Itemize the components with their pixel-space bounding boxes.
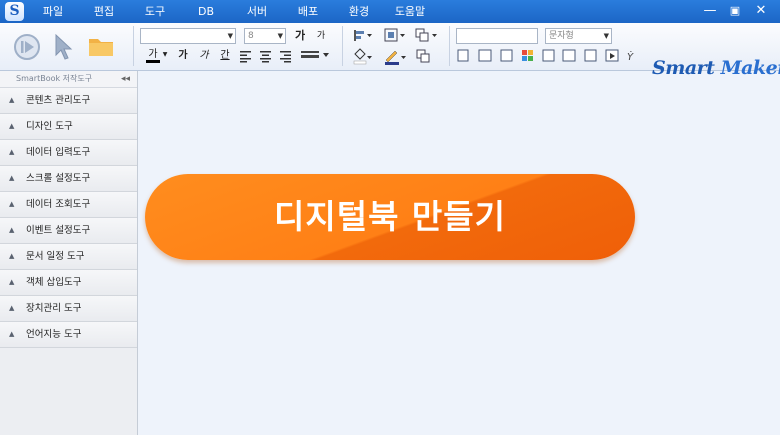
expand-arrow-icon: ▲ [9,148,15,156]
order-objects-icon [416,49,430,63]
expand-arrow-icon: ▲ [9,330,15,338]
sidebar-item-label: 디자인 도구 [26,121,73,132]
align-center-icon [260,51,271,63]
chevron-down-icon[interactable]: ▼ [161,48,169,62]
menu-server[interactable]: 서버 [247,0,267,23]
logo-text-maker: Maker [720,57,780,79]
make-digital-book-banner[interactable]: 디지털북 만들기 [145,174,635,260]
menu-help[interactable]: 도움말 [395,0,425,23]
text-type-value: 문자형 [549,31,574,41]
align-left-icon [240,51,251,63]
toolbar-separator [449,26,450,66]
expand-arrow-icon: ▲ [9,122,15,130]
toolbar: ▼ 8 ▼ 가 가 가 ▼ 가 가 간 문자형 ▼ Ẏ Smart Make [0,23,780,79]
widget-insert-icons[interactable]: Ẏ [457,49,642,63]
object-arrange-icons[interactable] [351,28,441,68]
sidebar-item-label: 데이터 입력도구 [26,147,91,158]
expand-arrow-icon: ▲ [9,226,15,234]
logo-text-smart: Smart [652,57,715,79]
sidebar-item-device-manager[interactable]: ▲ 장치관리 도구 [0,296,137,322]
sidebar-header: SmartBook 저작도구 ◂◂ [0,71,137,88]
button-widget-icon [478,49,492,62]
fill-color-icon [353,48,372,65]
minimize-button[interactable]: — [697,0,723,23]
text-type-select[interactable]: 문자형 ▼ [545,28,612,44]
maximize-button[interactable]: ▣ [722,0,748,23]
sidebar-item-label: 이벤트 설정도구 [26,225,91,236]
sidebar-item-label: 스크롤 설정도구 [26,173,91,184]
bold-text-button[interactable]: 가 [176,49,190,63]
close-button[interactable]: ✕ [748,0,774,23]
list-widget-icon [542,49,555,62]
font-size-value: 8 [248,31,254,41]
run-icon[interactable] [12,32,42,62]
expand-arrow-icon: ▲ [9,200,15,208]
expand-arrow-icon: ▲ [9,304,15,312]
sidebar: SmartBook 저작도구 ◂◂ ▲ 콘텐츠 관리도구 ▲ 디자인 도구 ▲ 데이터… [0,71,138,435]
sidebar-item-object-insert[interactable]: ▲ 객체 삽입도구 [0,270,137,296]
menu-db[interactable]: DB [198,0,214,23]
sidebar-item-design-tool[interactable]: ▲ 디자인 도구 [0,114,137,140]
sidebar-item-label: 객체 삽입도구 [26,277,82,288]
bold-button[interactable]: 가 [293,29,307,43]
script-icon: Ẏ [627,50,634,63]
toolbar-separator [342,26,343,66]
superscript-button[interactable]: 가 [314,29,328,43]
sidebar-item-document-schedule[interactable]: ▲ 문서 일정 도구 [0,244,137,270]
smartmaker-logo: Smart Maker [652,57,780,79]
label-widget-icon [457,49,469,62]
menu-tools[interactable]: 도구 [145,0,165,23]
sidebar-item-label: 장치관리 도구 [26,303,82,314]
font-family-select[interactable]: ▼ [140,28,236,44]
font-size-select[interactable]: 8 ▼ [244,28,286,44]
sidebar-item-scroll-settings[interactable]: ▲ 스크롤 설정도구 [0,166,137,192]
sidebar-item-label: 데이터 조회도구 [26,199,91,210]
resize-objects-icon [384,28,405,42]
text-align-icons [240,51,291,63]
toolbar-separator [133,26,134,66]
combo-widget-icon [562,49,576,62]
menu-file[interactable]: 파일 [43,0,63,23]
select-pointer-icon[interactable] [53,33,75,61]
sidebar-item-event-settings[interactable]: ▲ 이벤트 설정도구 [0,218,137,244]
chevron-down-icon: ▼ [227,32,233,40]
chart-widget-icon [522,50,533,61]
sidebar-title: SmartBook 저작도구 [16,74,93,83]
menu-deploy[interactable]: 배포 [298,0,318,23]
sidebar-item-language-ai[interactable]: ▲ 언어지능 도구 [0,322,137,348]
menu-bar: S 파일 편집 도구 DB 서버 배포 환경 도움말 — ▣ ✕ [0,0,780,23]
italic-button[interactable]: 가 [197,49,211,63]
group-objects-icon [415,28,437,42]
line-color-icon [385,50,406,65]
expand-arrow-icon: ▲ [9,278,15,286]
sidebar-item-label: 언어지능 도구 [26,329,82,340]
sidebar-item-label: 콘텐츠 관리도구 [26,95,91,106]
line-style-icon[interactable] [301,49,331,61]
open-folder-icon[interactable] [88,35,114,57]
align-objects-icon [354,30,372,41]
menu-edit[interactable]: 편집 [94,0,114,23]
font-color-button[interactable]: 가 [146,48,160,63]
app-logo-icon[interactable]: S [5,2,24,21]
underline-button[interactable]: 간 [218,49,232,63]
sidebar-item-data-query[interactable]: ▲ 데이터 조회도구 [0,192,137,218]
chevron-down-icon: ▼ [603,32,609,40]
expand-arrow-icon: ▲ [9,96,15,104]
expand-arrow-icon: ▲ [9,252,15,260]
collapse-sidebar-icon[interactable]: ◂◂ [121,71,130,87]
align-right-icon [280,51,291,63]
sidebar-item-content-manager[interactable]: ▲ 콘텐츠 관리도구 [0,88,137,114]
grid-widget-icon [584,49,597,62]
input-widget-icon [500,49,513,62]
sidebar-item-label: 문서 일정 도구 [26,251,85,262]
sidebar-item-data-input[interactable]: ▲ 데이터 입력도구 [0,140,137,166]
chevron-down-icon: ▼ [277,32,283,40]
expand-arrow-icon: ▲ [9,174,15,182]
menu-environment[interactable]: 환경 [349,0,369,23]
object-name-input[interactable] [456,28,538,44]
